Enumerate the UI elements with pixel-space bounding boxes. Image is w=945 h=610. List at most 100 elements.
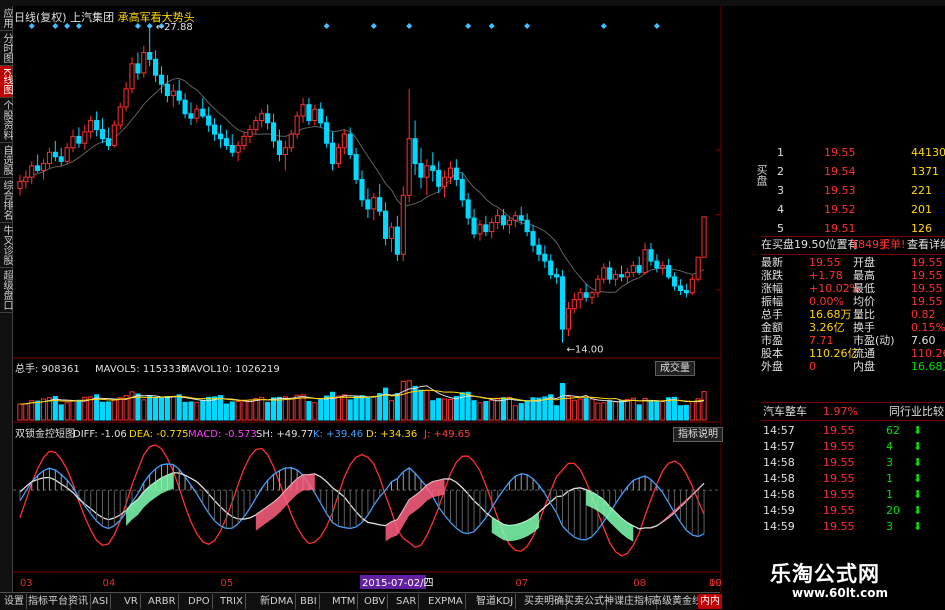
bottom-tab-1[interactable]: 指标平台 [26,594,71,609]
volume-bar-61 [377,393,383,421]
sector-name: 汽车整车 [763,405,807,418]
volume-bar-84 [512,405,518,421]
candle-body-33 [212,124,218,135]
panel-divider-1 [761,254,945,255]
candle-body-50 [312,108,318,122]
bottom-tab-7[interactable]: TRIX [218,594,246,609]
chart-area[interactable]: ←27.88←14.0022.4919.6516.3319.65总手: 9083… [13,6,721,592]
order-volume: 1371 [911,165,939,178]
volume-bar-101 [613,401,619,421]
sidebar-item-2[interactable]: K线图 [0,66,12,98]
sidebar-item-4[interactable]: 自选股 [0,143,12,178]
bottom-tab-4[interactable]: VR [122,594,141,609]
signal-diamond-8 [370,23,377,29]
bottom-tab-11[interactable]: OBV [362,594,389,609]
candle-body-6 [52,151,58,158]
volume-bar-72 [442,398,448,421]
candle-body-66 [406,138,412,196]
bottom-tab-10[interactable]: MTM [330,594,359,609]
mavol10-label: MAVOL10: 1026219 [181,364,280,375]
bottom-tab-6[interactable]: DPO [186,594,213,609]
candle-body-14 [99,129,106,140]
sidebar-item-3[interactable]: 个股资料 [0,98,12,143]
quote-panel: 买盘119.55441300219.541371319.53221419.522… [755,140,945,580]
volume-bar-1 [23,403,29,421]
candle-body-62 [383,210,389,239]
bottom-tab-0[interactable]: 设置 [2,594,27,609]
tick-volume: 62 [886,424,900,437]
bottom-tab-2[interactable]: 资讯 [66,594,91,609]
sidebar-item-5[interactable]: 综合排名 [0,178,12,223]
bottom-tab-19[interactable]: 内内 [698,594,723,609]
candle-body-98 [595,278,601,294]
candle-body-58 [359,178,365,201]
candle-body-26 [170,90,176,97]
bottom-tab-13[interactable]: EXPMA [426,594,466,609]
tick-time: 14:59 [763,504,795,517]
chart-title[interactable]: 日线(复权) [14,11,67,24]
order-notice-row: 在买盘19.50位置有1849手买单!查看详细 [761,237,945,252]
tick-time: 14:59 [763,520,795,533]
tick-price: 19.55 [823,504,855,517]
tick-volume: 3 [886,456,893,469]
sidebar-item-7[interactable]: 超级盘口 [0,268,12,313]
volume-bar-116 [701,391,707,421]
volume-bar-23 [153,396,159,421]
volume-bar-37 [235,401,241,421]
volume-bar-104 [630,397,636,421]
bottom-tab-3[interactable]: ASI [90,594,112,609]
candle-body-99 [601,267,607,280]
watermark: 乐淘公式网 www.60lt.com [722,552,945,609]
dea-label: DEA: -0.775 [129,429,188,440]
signal-text: 承高军看大势头 [117,11,195,24]
candle-body-61 [377,197,383,212]
volume-bar-74 [453,395,459,421]
volume-bar-10 [76,399,82,421]
candle-body-106 [642,249,648,273]
bottom-tab-15[interactable]: 买卖明确 [522,594,567,609]
volume-bar-25 [164,395,170,421]
bottom-tab-16[interactable]: 买卖公式 [562,594,607,609]
sidebar-item-6[interactable]: 牛叉诊股 [0,223,12,268]
down-arrow-icon: ⬇ [913,440,923,453]
signal-diamond-11 [488,23,495,29]
volume-bar-86 [524,400,530,421]
volume-bar-27 [176,394,182,421]
sidebar-item-0[interactable]: 应用 [0,6,12,31]
candle-body-100 [607,267,613,280]
bottom-tab-18[interactable]: 高级黄金线 [650,594,705,609]
volume-bar-9 [70,400,76,421]
tick-price: 19.55 [823,520,855,533]
candle-body-10 [76,135,82,144]
volume-bar-30 [194,401,200,421]
volume-dropdown[interactable]: 成交量 [655,361,695,376]
candle-body-82 [500,215,507,226]
tick-row-6: 14:59 19.55 3 ⬇ [761,519,945,534]
volume-bar-58 [359,395,365,421]
candle-body-71 [436,169,442,187]
bottom-tab-12[interactable]: SAR [394,594,420,609]
bottom-tab-5[interactable]: ARBR [146,594,179,609]
candle-body-70 [430,165,436,171]
bottom-tab-8[interactable]: 新DMA [258,594,297,609]
bottom-tab-14[interactable]: 智道KDJ [474,594,517,609]
bottom-tab-17[interactable]: 神谍庄指标 [602,594,657,609]
indicator-info-button[interactable]: 指标说明 [673,427,723,442]
volume-bar-92 [559,382,566,421]
volume-bar-94 [571,399,577,421]
volume-bar-99 [601,402,607,421]
macd-label: MACD: -0.573 [188,429,257,440]
bottom-tab-9[interactable]: BBI [298,594,320,609]
volume-bar-62 [383,387,389,421]
order-notice: 在买盘19.50位置有 [761,238,859,251]
candle-body-0 [17,181,23,190]
volume-bar-71 [436,398,442,421]
sidebar-item-1[interactable]: 分时图 [0,31,12,66]
panel-divider-2 [761,402,945,403]
order-level: 1 [777,146,784,159]
candle-body-73 [447,167,454,178]
candle-body-24 [158,74,165,85]
candle-body-112 [677,285,684,292]
candle-body-69 [424,165,430,178]
candle-body-76 [465,199,471,219]
